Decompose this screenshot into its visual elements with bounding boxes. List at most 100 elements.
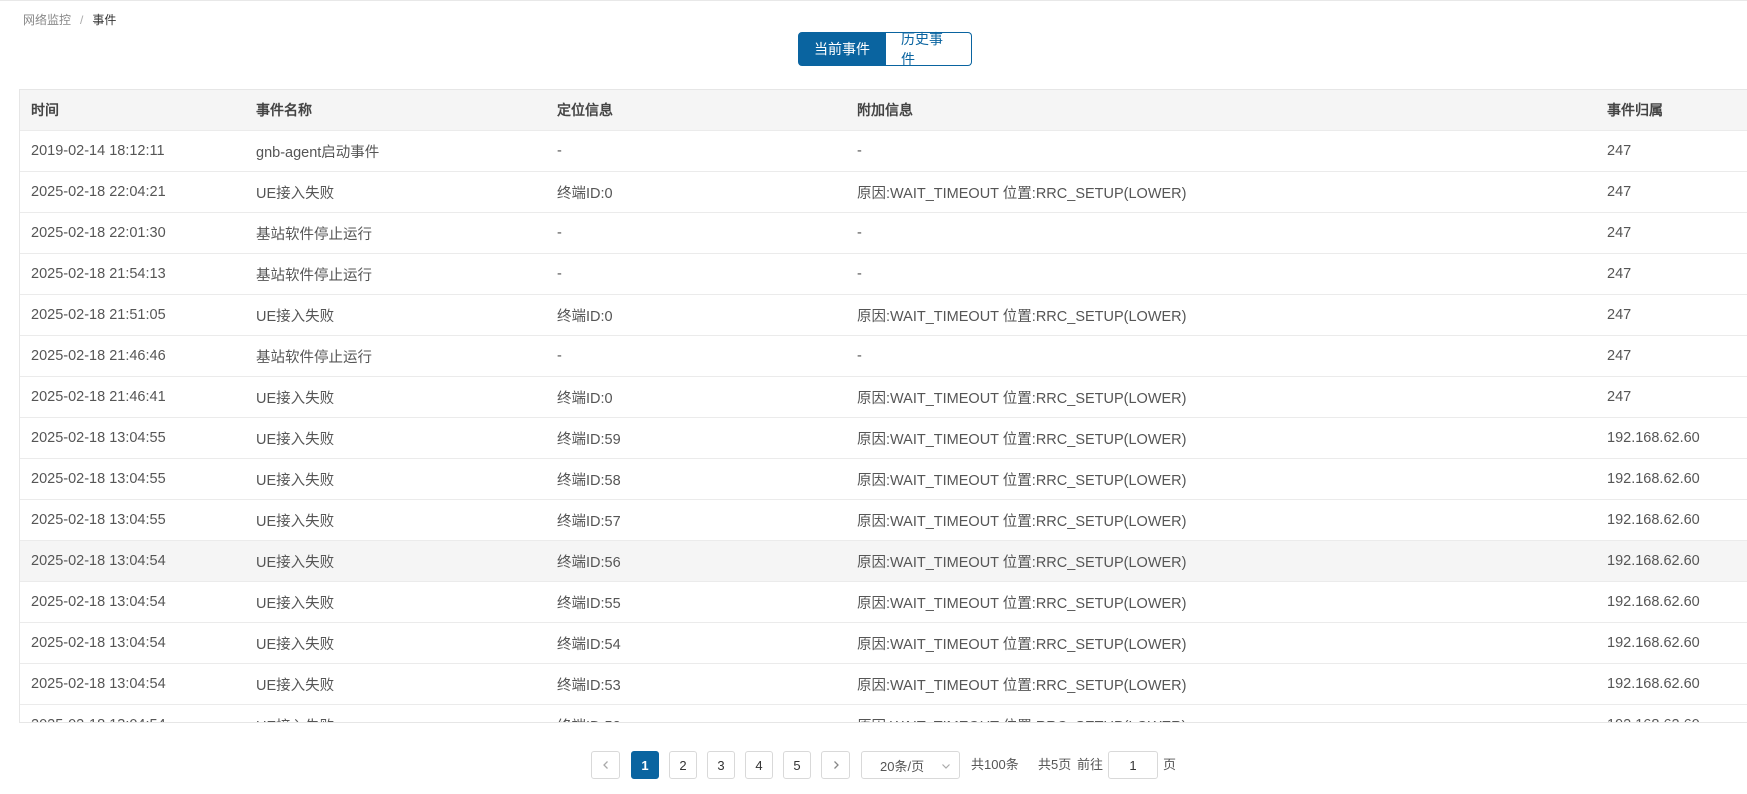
table-row[interactable]: 2025-02-18 13:04:55 UE接入失败 终端ID:59 原因:WAIT_…: [20, 418, 1747, 459]
cell-event-name: UE接入失败: [256, 390, 335, 407]
goto-page-input[interactable]: [1108, 751, 1158, 779]
cell-extra-info: 原因:WAIT_TIMEOUT 位置:RRC_SETUP(LOWER): [857, 308, 1187, 325]
column-header-time: 时间: [31, 102, 59, 118]
cell-location: 终端ID:53: [557, 677, 621, 694]
cell-event-name: UE接入失败: [256, 431, 335, 448]
cell-extra-info: 原因:WAIT_TIMEOUT 位置:RRC_SETUP(LOWER): [857, 431, 1187, 448]
column-header-extra-info: 附加信息: [857, 102, 913, 118]
event-type-toggle: 当前事件 历史事件: [798, 31, 972, 67]
cell-event-owner: 247: [1607, 143, 1632, 159]
cell-event-name: UE接入失败: [256, 595, 335, 612]
cell-time: 2025-02-18 22:04:21: [31, 184, 166, 200]
cell-extra-info: -: [857, 143, 862, 159]
cell-extra-info: 原因:WAIT_TIMEOUT 位置:RRC_SETUP(LOWER): [857, 636, 1187, 653]
cell-time: 2025-02-18 13:04:55: [31, 430, 166, 446]
cell-time: 2025-02-18 22:01:30: [31, 225, 166, 241]
table-row[interactable]: 2025-02-18 21:46:41 UE接入失败 终端ID:0 原因:WAIT_T…: [20, 377, 1747, 418]
page-button-3[interactable]: 3: [707, 751, 735, 779]
cell-time: 2025-02-18 21:51:05: [31, 307, 166, 323]
page-button-2[interactable]: 2: [669, 751, 697, 779]
cell-event-owner: 192.168.62.60: [1607, 635, 1700, 651]
table-row[interactable]: 2025-02-18 13:04:54UE接入失败终端ID:52原因:WAIT_…: [20, 705, 1747, 723]
cell-event-name: UE接入失败: [256, 185, 335, 202]
page-button-1[interactable]: 1: [631, 751, 659, 779]
table-row[interactable]: 2019-02-14 18:12:11 gnb-agent启动事件 - - 247: [20, 131, 1747, 172]
cell-extra-info: 原因:WAIT_TIMEOUT 位置:RRC_SETUP(LOWER): [857, 185, 1187, 202]
cell-event-name: UE接入失败: [256, 472, 335, 489]
cell-time: 2025-02-18 13:04:54: [31, 635, 166, 651]
cell-event-name: UE接入失败: [245, 715, 546, 723]
cell-event-owner: 247: [1607, 225, 1632, 241]
cell-location: 终端ID:0: [557, 185, 613, 202]
pagination: 1 2 3 4 5 20条/页 共100条 共5页 前往 页: [0, 751, 1747, 779]
cell-location: 终端ID:0: [557, 390, 613, 407]
breadcrumb-parent[interactable]: 网络监控: [23, 11, 71, 28]
cell-extra-info: 原因:WAIT_TIMEOUT 位置:RRC_SETUP(LOWER): [857, 513, 1187, 530]
cell-extra-info: 原因:WAIT_TIMEOUT 位置:RRC_SETUP(LOWER): [846, 715, 1596, 723]
events-table: 时间 事件名称 定位信息 附加信息 事件归属 2019-02-14 18:12:…: [19, 89, 1747, 723]
page-button-4[interactable]: 4: [745, 751, 773, 779]
table-row[interactable]: 2025-02-18 13:04:54 UE接入失败 终端ID:53 原因:WAIT_…: [20, 664, 1747, 705]
table-row[interactable]: 2025-02-18 13:04:55 UE接入失败 终端ID:58 原因:WAIT_…: [20, 459, 1747, 500]
cell-location: -: [557, 225, 562, 241]
cell-event-owner: 192.168.62.60: [1607, 430, 1700, 446]
goto-suffix: 页: [1163, 757, 1177, 772]
cell-event-name: 基站软件停止运行: [256, 226, 372, 243]
cell-location: -: [557, 266, 562, 282]
page-button-5[interactable]: 5: [783, 751, 811, 779]
cell-event-name: UE接入失败: [256, 554, 335, 571]
cell-time: 2025-02-18 13:04:55: [31, 512, 166, 528]
table-row[interactable]: 2025-02-18 13:04:54 UE接入失败 终端ID:54 原因:WAIT_…: [20, 623, 1747, 664]
total-count: 共100条: [971, 757, 1019, 772]
cell-time: 2025-02-18 21:54:13: [31, 266, 166, 282]
cell-extra-info: 原因:WAIT_TIMEOUT 位置:RRC_SETUP(LOWER): [857, 554, 1187, 571]
cell-time: 2025-02-18 21:46:41: [31, 389, 166, 405]
cell-location: -: [557, 143, 562, 159]
cell-event-name: UE接入失败: [256, 308, 335, 325]
chevron-down-icon: [942, 764, 950, 769]
table-row[interactable]: 2025-02-18 13:04:54 UE接入失败 终端ID:55 原因:WAIT_…: [20, 582, 1747, 623]
breadcrumb: 网络监控 / 事件: [23, 11, 116, 28]
table-header-row: 时间 事件名称 定位信息 附加信息 事件归属: [20, 90, 1747, 131]
column-header-location: 定位信息: [557, 102, 613, 118]
cell-event-name: UE接入失败: [256, 677, 335, 694]
cell-time: 2025-02-18 13:04:55: [31, 471, 166, 487]
cell-extra-info: 原因:WAIT_TIMEOUT 位置:RRC_SETUP(LOWER): [857, 595, 1187, 612]
cell-event-owner: 192.168.62.60: [1607, 512, 1700, 528]
page-size-select[interactable]: 20条/页: [861, 751, 960, 779]
chevron-right-icon: [833, 761, 839, 769]
cell-event-owner: 247: [1607, 389, 1632, 405]
goto-prefix: 前往: [1077, 757, 1104, 772]
cell-event-name: gnb-agent启动事件: [256, 144, 380, 161]
tab-history-events[interactable]: 历史事件: [886, 31, 972, 67]
cell-location: 终端ID:56: [557, 554, 621, 571]
cell-time: 2025-02-18 13:04:54: [20, 717, 245, 722]
breadcrumb-current: 事件: [92, 13, 117, 27]
cell-extra-info: -: [857, 225, 862, 241]
table-body: 2019-02-14 18:12:11 gnb-agent启动事件 - -247 202…: [20, 131, 1747, 723]
cell-event-name: 基站软件停止运行: [256, 349, 372, 366]
prev-page-button[interactable]: [591, 751, 620, 779]
page-count: 共5页: [1038, 757, 1072, 772]
tab-current-events[interactable]: 当前事件: [798, 32, 886, 66]
cell-extra-info: 原因:WAIT_TIMEOUT 位置:RRC_SETUP(LOWER): [857, 677, 1187, 694]
cell-extra-info: 原因:WAIT_TIMEOUT 位置:RRC_SETUP(LOWER): [857, 472, 1187, 489]
table-row[interactable]: 2025-02-18 13:04:54 UE接入失败 终端ID:56 原因:WAIT_…: [20, 541, 1747, 582]
top-divider: [0, 0, 1747, 1]
table-row[interactable]: 2025-02-18 22:04:21 UE接入失败 终端ID:0 原因:WAIT_T…: [20, 172, 1747, 213]
cell-location: 终端ID:54: [557, 636, 621, 653]
table-row[interactable]: 2025-02-18 21:54:13 基站软件停止运行 - - 247: [20, 254, 1747, 295]
table-row[interactable]: 2025-02-18 13:04:55 UE接入失败 终端ID:57 原因:WAIT_…: [20, 500, 1747, 541]
cell-location: 终端ID:59: [557, 431, 621, 448]
table-row[interactable]: 2025-02-18 22:01:30 基站软件停止运行 - - 247: [20, 213, 1747, 254]
cell-event-name: 基站软件停止运行: [256, 267, 372, 284]
cell-event-owner: 247: [1607, 307, 1632, 323]
cell-location: 终端ID:0: [557, 308, 613, 325]
cell-event-name: UE接入失败: [256, 636, 335, 653]
cell-event-owner: 192.168.62.60: [1607, 471, 1700, 487]
table-row[interactable]: 2025-02-18 21:46:46 基站软件停止运行 - - 247: [20, 336, 1747, 377]
cell-event-owner: 192.168.62.60: [1607, 676, 1700, 692]
cell-event-owner: 247: [1607, 184, 1632, 200]
table-row[interactable]: 2025-02-18 21:51:05 UE接入失败 终端ID:0 原因:WAIT_T…: [20, 295, 1747, 336]
next-page-button[interactable]: [821, 751, 850, 779]
